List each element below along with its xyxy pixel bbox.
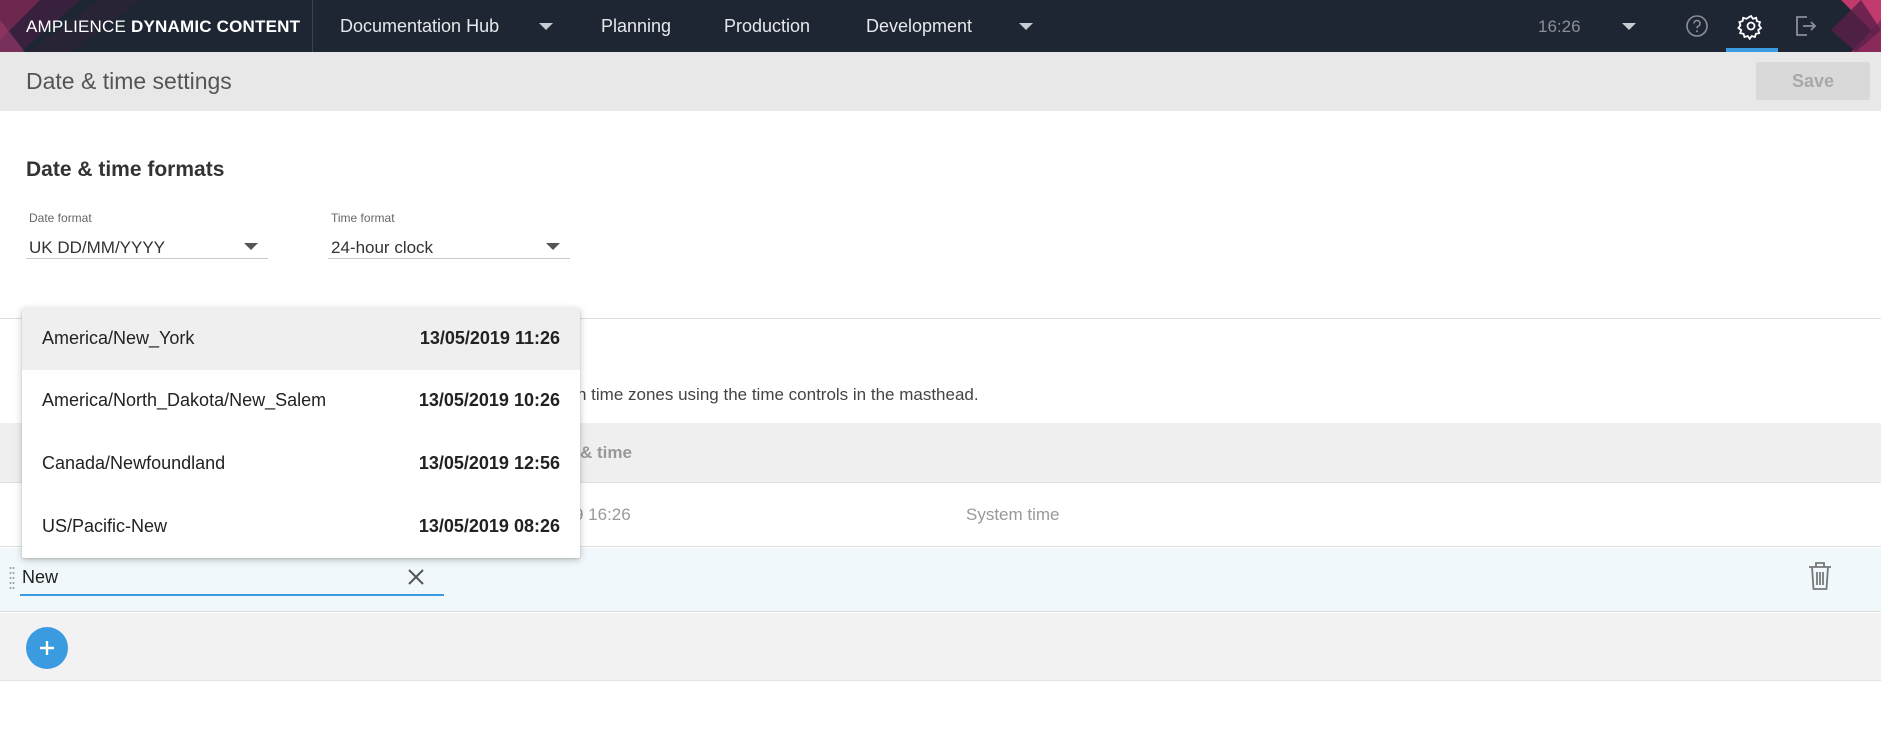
- masthead: AMPLIENCE DYNAMIC CONTENT Documentation …: [0, 0, 1881, 52]
- suggestion-name: America/North_Dakota/New_Salem: [42, 390, 327, 410]
- gear-icon[interactable]: [1737, 12, 1765, 40]
- chevron-down-icon[interactable]: [546, 243, 560, 250]
- development-chevron-down-icon[interactable]: [1019, 23, 1033, 30]
- add-timezone-button[interactable]: [26, 627, 68, 669]
- drag-handle-icon[interactable]: [9, 565, 15, 593]
- chevron-down-icon[interactable]: [244, 243, 258, 250]
- system-row-type: System time: [966, 505, 1060, 524]
- brand-name-light: AMPLIENCE: [26, 17, 131, 36]
- app-brand: AMPLIENCE DYNAMIC CONTENT: [26, 17, 300, 37]
- delete-row-button[interactable]: [1806, 560, 1834, 592]
- column-header-datetime: & time: [580, 443, 632, 462]
- save-button[interactable]: Save: [1756, 62, 1870, 100]
- suggestion-item[interactable]: America/North_Dakota/New_Salem 13/05/201…: [22, 370, 580, 432]
- nav-production[interactable]: Production: [724, 16, 810, 37]
- suggestion-time: 13/05/2019 08:26: [418, 516, 560, 536]
- suggestion-time: 13/05/2019 12:56: [418, 453, 560, 473]
- close-icon[interactable]: [404, 565, 428, 589]
- page-title: Date & time settings: [26, 68, 232, 94]
- clear-input-button[interactable]: [404, 565, 428, 589]
- trash-icon[interactable]: [1806, 560, 1834, 592]
- suggestion-item[interactable]: US/Pacific-New 13/05/2019 08:26: [22, 496, 580, 558]
- suggestion-name: US/Pacific-New: [42, 516, 168, 536]
- suggestion-item[interactable]: America/New_York 13/05/2019 11:26: [22, 308, 580, 370]
- masthead-clock[interactable]: 16:26: [1538, 17, 1581, 37]
- date-format-select[interactable]: Date format UK DD/MM/YYYY: [26, 211, 268, 259]
- timezone-search-input[interactable]: [20, 560, 444, 596]
- page-header: Date & time settings Save: [0, 52, 1881, 111]
- nav-planning[interactable]: Planning: [601, 16, 671, 37]
- date-format-label: Date format: [29, 211, 92, 225]
- logout-icon[interactable]: [1791, 12, 1819, 40]
- timezone-suggestions-dropdown: America/New_York 13/05/2019 11:26 Americ…: [22, 308, 580, 558]
- clock-chevron-down-icon[interactable]: [1622, 23, 1636, 30]
- nav-development[interactable]: Development: [866, 16, 972, 37]
- help-icon[interactable]: [1683, 12, 1711, 40]
- hub-chevron-down-icon[interactable]: [539, 23, 553, 30]
- add-row-bar: [0, 613, 1881, 681]
- time-format-value[interactable]: 24-hour clock: [331, 238, 433, 258]
- suggestion-time: 13/05/2019 11:26: [419, 328, 560, 348]
- time-format-label: Time format: [331, 211, 395, 225]
- system-row-time: 9 16:26: [574, 505, 631, 524]
- brand-decoration-right: [1831, 0, 1881, 52]
- suggestion-name: Canada/Newfoundland: [42, 453, 226, 473]
- plus-icon[interactable]: [26, 627, 68, 669]
- time-format-select[interactable]: Time format 24-hour clock: [328, 211, 570, 259]
- suggestion-time: 13/05/2019 10:26: [418, 390, 560, 410]
- date-format-value[interactable]: UK DD/MM/YYYY: [29, 238, 165, 258]
- brand-name-bold: DYNAMIC CONTENT: [130, 17, 301, 36]
- suggestion-name: America/New_York: [42, 328, 195, 348]
- suggestion-item[interactable]: Canada/Newfoundland 13/05/2019 12:56: [22, 433, 580, 495]
- hub-selector[interactable]: Documentation Hub: [340, 16, 499, 37]
- masthead-divider: [312, 0, 313, 52]
- formats-section-title: Date & time formats: [26, 158, 225, 181]
